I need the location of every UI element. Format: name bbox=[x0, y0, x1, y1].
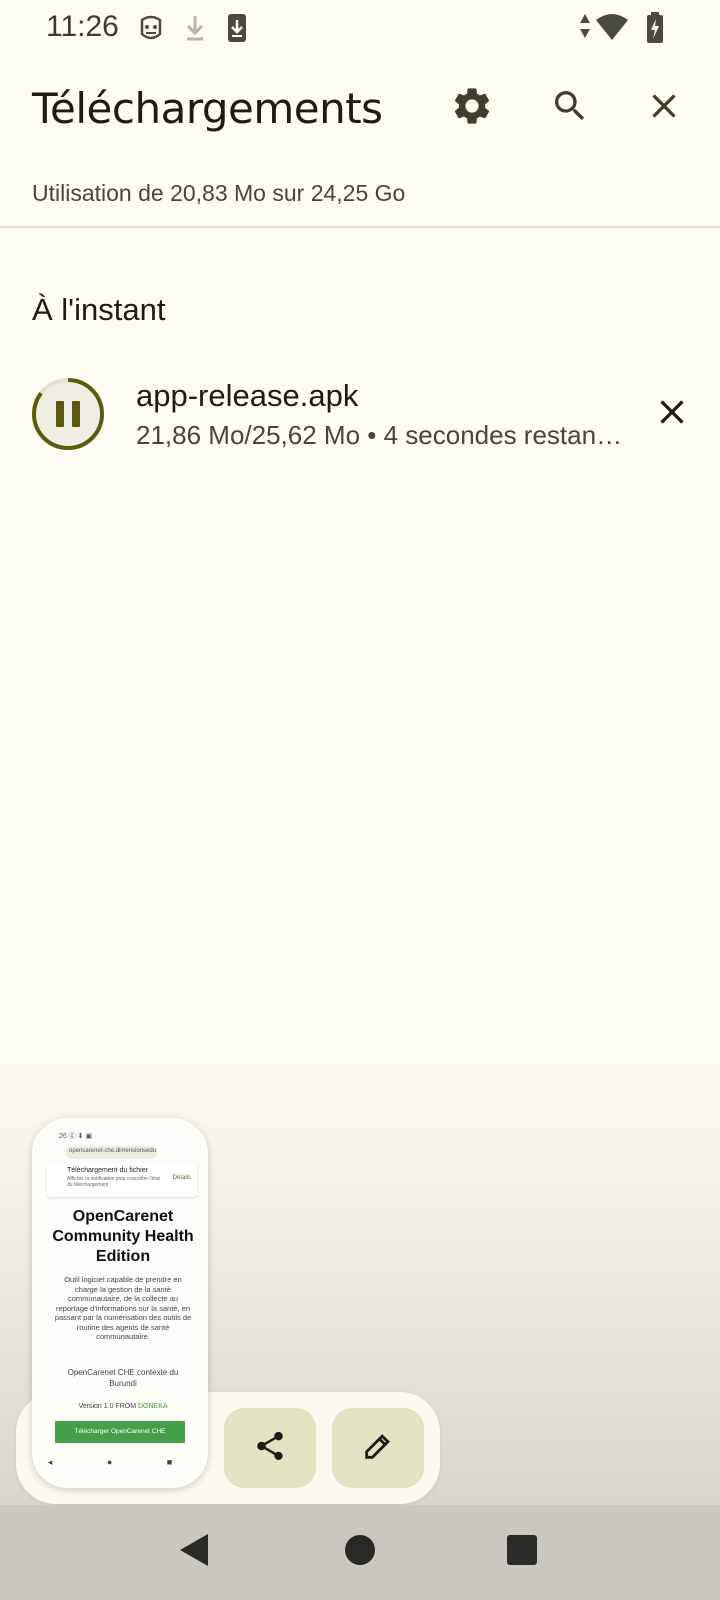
app-bar: Téléchargements bbox=[0, 56, 720, 156]
thumbnail-description: Outil logiciel capable de prendre en cha… bbox=[54, 1275, 192, 1341]
storage-usage: Utilisation de 20,83 Mo sur 24,25 Go bbox=[32, 180, 406, 206]
thumbnail-notif-title: Téléchargement du fichier bbox=[67, 1167, 148, 1174]
download-box-icon bbox=[226, 12, 248, 49]
download-arrow-icon bbox=[184, 12, 206, 49]
thumbnail-version-brand: DONEKA bbox=[137, 1403, 168, 1410]
file-name: app-release.apk bbox=[136, 378, 359, 413]
thumbnail-download-cta: Télécharger OpenCarenet CHE bbox=[55, 1421, 185, 1443]
search-button[interactable] bbox=[542, 80, 598, 136]
download-progress-ring bbox=[32, 378, 104, 450]
divider bbox=[0, 226, 720, 228]
system-nav-bar bbox=[0, 1505, 720, 1600]
download-item[interactable]: app-release.apk 21,86 Mo/25,62 Mo • 4 se… bbox=[0, 360, 720, 470]
robot-icon bbox=[138, 12, 164, 49]
edit-screenshot-button[interactable] bbox=[332, 1408, 424, 1488]
thumbnail-url-bar: opencarenet-che.dimensionsedu.org bbox=[65, 1146, 157, 1159]
thumbnail-version-prefix: Version 1.0 FROM bbox=[78, 1403, 137, 1410]
thumbnail-status-bar: 26 ⓖ ⬇ ▣ bbox=[59, 1133, 93, 1140]
thumbnail-context: OpenCarenet CHE contexte du Burundi bbox=[67, 1368, 179, 1388]
search-icon bbox=[550, 86, 590, 131]
data-arrows-icon bbox=[578, 12, 592, 45]
pause-download-button[interactable] bbox=[30, 376, 106, 452]
home-button[interactable] bbox=[330, 1527, 390, 1577]
close-icon bbox=[644, 86, 684, 131]
thumbnail-notif-action: Détails bbox=[172, 1175, 191, 1181]
share-button[interactable] bbox=[224, 1408, 316, 1488]
home-icon bbox=[344, 1534, 376, 1571]
cancel-download-button[interactable] bbox=[644, 386, 700, 442]
gear-icon bbox=[450, 84, 494, 133]
close-icon bbox=[652, 392, 692, 437]
status-time: 11:26 bbox=[46, 10, 119, 43]
status-bar: 11:26 bbox=[0, 0, 720, 56]
thumbnail-notif-subtitle: Afficher la notification pour connaître … bbox=[67, 1176, 160, 1188]
battery-charging-icon bbox=[646, 12, 664, 49]
back-icon bbox=[174, 1530, 214, 1575]
edit-pencil-icon bbox=[361, 1429, 395, 1468]
thumbnail-download-notification: Téléchargement du fichier Afficher la no… bbox=[47, 1163, 197, 1197]
page-title: Téléchargements bbox=[32, 84, 383, 133]
thumbnail-page-title: OpenCarenet Community Health Edition bbox=[52, 1208, 194, 1265]
settings-button[interactable] bbox=[444, 80, 500, 136]
download-progress-text: 21,86 Mo/25,62 Mo • 4 secondes restantes bbox=[136, 420, 626, 450]
back-button[interactable] bbox=[164, 1527, 224, 1577]
wifi-icon bbox=[594, 12, 630, 47]
share-icon bbox=[253, 1429, 287, 1468]
recents-icon bbox=[506, 1534, 538, 1571]
section-header: À l'instant bbox=[32, 292, 166, 327]
close-button[interactable] bbox=[636, 80, 692, 136]
thumbnail-version: Version 1.0 FROM DONEKA bbox=[53, 1403, 193, 1410]
recents-button[interactable] bbox=[492, 1527, 552, 1577]
thumbnail-nav-bar: ◂ ● ■ bbox=[47, 1457, 199, 1467]
screenshot-thumbnail[interactable]: 26 ⓖ ⬇ ▣ opencarenet-che.dimensionsedu.o… bbox=[32, 1118, 208, 1488]
